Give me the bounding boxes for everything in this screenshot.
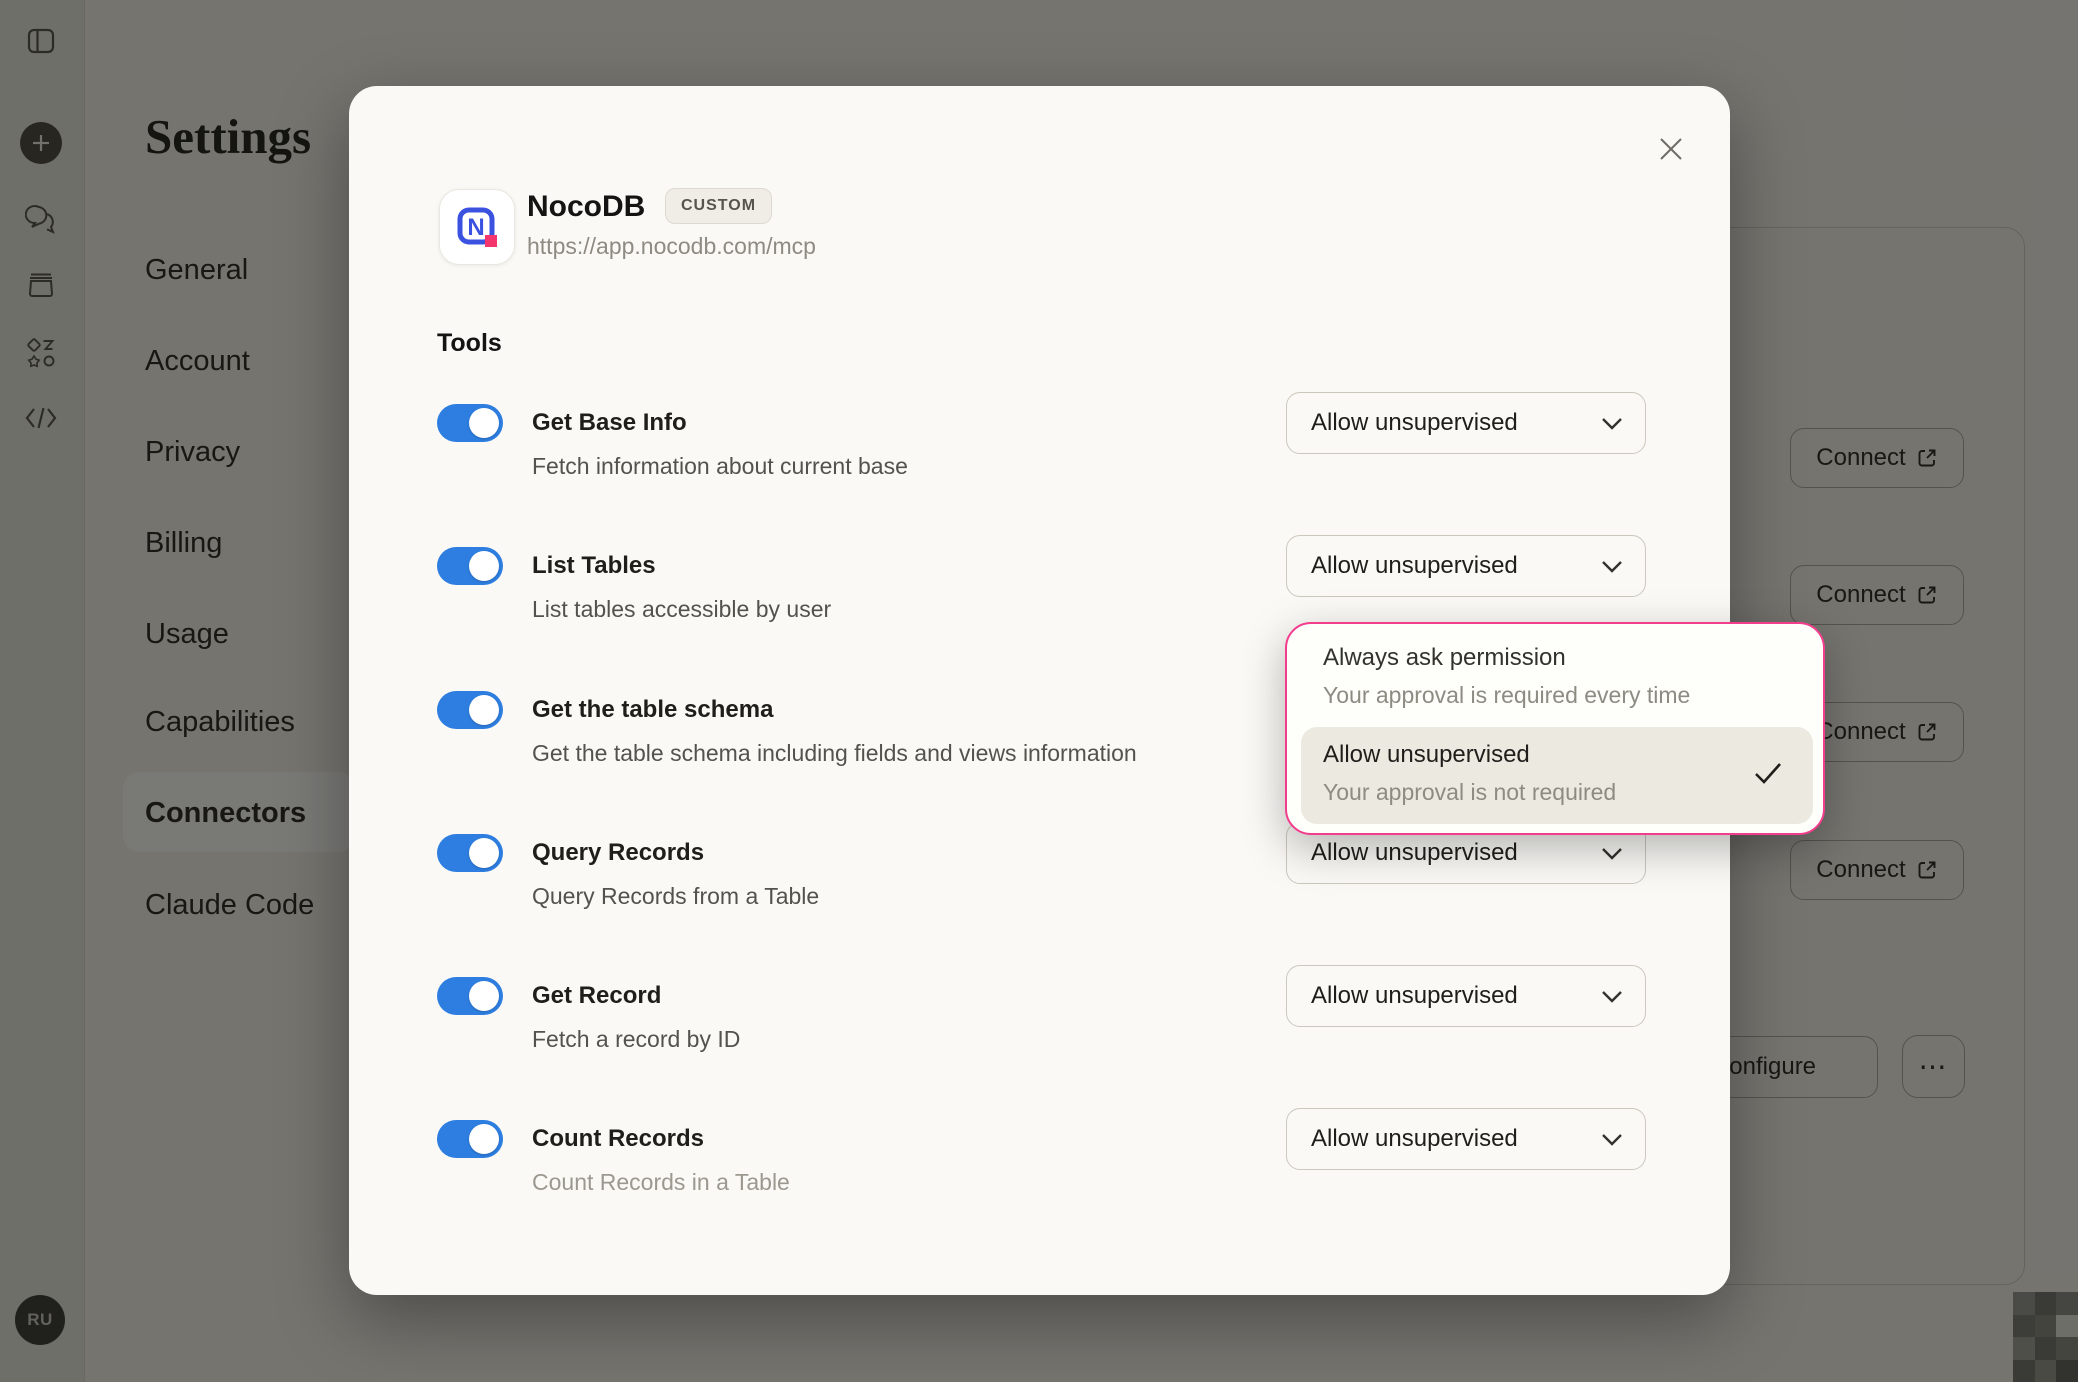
permission-value: Allow unsupervised — [1311, 409, 1601, 437]
chevron-down-icon — [1601, 847, 1623, 860]
permission-select[interactable]: Allow unsupervised — [1286, 392, 1646, 454]
custom-badge: CUSTOM — [665, 188, 772, 224]
tool-name: Get Base Info — [532, 406, 687, 440]
chevron-down-icon — [1601, 1133, 1623, 1146]
svg-text:N: N — [467, 214, 484, 241]
chevron-down-icon — [1601, 560, 1623, 573]
tool-toggle[interactable] — [437, 547, 503, 585]
app-root: RU Settings General Account Privacy Bill… — [0, 0, 2078, 1382]
tool-row-get-base-info: Get Base Info Fetch information about cu… — [437, 383, 1642, 483]
tool-description: Fetch information about current base — [532, 450, 908, 482]
tool-toggle[interactable] — [437, 691, 503, 729]
permission-value: Allow unsupervised — [1311, 552, 1601, 580]
tool-row-count-records: Count Records Count Records in a Table A… — [437, 1099, 1642, 1199]
connector-title: NocoDB — [527, 189, 645, 225]
option-description: Your approval is required every time — [1323, 679, 1690, 711]
tool-description: Fetch a record by ID — [532, 1023, 740, 1055]
tool-description: Get the table schema including fields an… — [532, 737, 1137, 769]
nocodb-logo-icon: N — [451, 201, 503, 253]
tool-description: List tables accessible by user — [532, 593, 831, 625]
tools-heading: Tools — [437, 326, 502, 360]
tool-description: Query Records from a Table — [532, 880, 819, 912]
close-icon — [1656, 134, 1686, 164]
chevron-down-icon — [1601, 417, 1623, 430]
permission-select[interactable]: Allow unsupervised — [1286, 965, 1646, 1027]
tool-name: List Tables — [532, 549, 656, 583]
option-description: Your approval is not required — [1323, 776, 1616, 808]
tool-toggle[interactable] — [437, 404, 503, 442]
tool-row-list-tables: List Tables List tables accessible by us… — [437, 526, 1642, 626]
tool-toggle[interactable] — [437, 977, 503, 1015]
tool-description: Count Records in a Table — [532, 1166, 790, 1198]
close-button[interactable] — [1652, 130, 1690, 168]
permission-select[interactable]: Allow unsupervised — [1286, 535, 1646, 597]
permission-select[interactable]: Allow unsupervised — [1286, 1108, 1646, 1170]
tool-name: Get Record — [532, 979, 661, 1013]
menu-option-allow-unsupervised[interactable]: Allow unsupervised Your approval is not … — [1301, 727, 1813, 824]
option-label: Always ask permission — [1323, 642, 1566, 674]
chevron-down-icon — [1601, 990, 1623, 1003]
permission-value: Allow unsupervised — [1311, 1125, 1601, 1153]
connector-logo-tile: N — [439, 189, 515, 265]
tool-row-get-record: Get Record Fetch a record by ID Allow un… — [437, 956, 1642, 1056]
tool-name: Query Records — [532, 836, 704, 870]
check-icon — [1753, 761, 1783, 785]
tool-name: Get the table schema — [532, 693, 773, 727]
tool-toggle[interactable] — [437, 834, 503, 872]
permission-dropdown-menu: Always ask permission Your approval is r… — [1285, 622, 1825, 835]
permission-value: Allow unsupervised — [1311, 839, 1601, 867]
tool-toggle[interactable] — [437, 1120, 503, 1158]
option-label: Allow unsupervised — [1323, 739, 1530, 771]
permission-value: Allow unsupervised — [1311, 982, 1601, 1010]
screen-artifact — [2013, 1292, 2078, 1382]
menu-option-always-ask[interactable]: Always ask permission Your approval is r… — [1301, 633, 1813, 725]
connector-url: https://app.nocodb.com/mcp — [527, 230, 816, 262]
tool-name: Count Records — [532, 1122, 704, 1156]
